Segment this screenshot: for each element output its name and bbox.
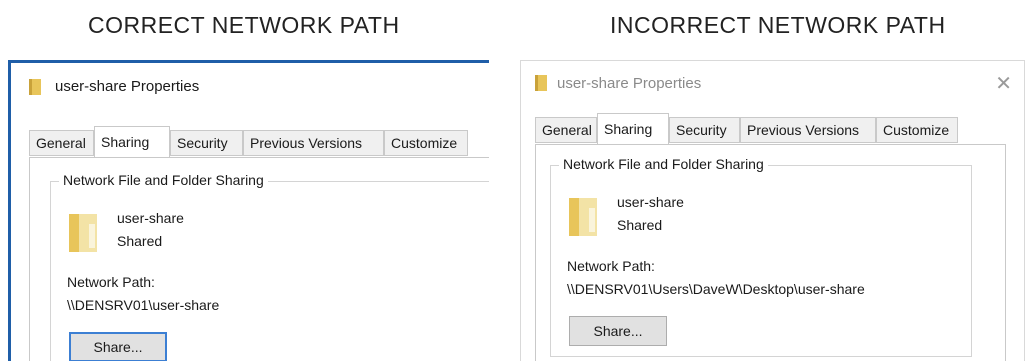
share-name: user-share bbox=[617, 194, 684, 210]
shared-folder-icon bbox=[69, 214, 97, 252]
network-path-value: \\DENSRV01\user-share bbox=[67, 297, 220, 313]
share-name: user-share bbox=[117, 210, 184, 226]
sharing-tab-content: Network File and Folder Sharing user-sha… bbox=[29, 157, 489, 361]
network-path-label: Network Path: bbox=[567, 258, 655, 274]
tab-security[interactable]: Security bbox=[669, 117, 740, 143]
share-button[interactable]: Share... bbox=[69, 332, 167, 361]
tab-sharing[interactable]: Sharing bbox=[597, 113, 669, 144]
group-label: Network File and Folder Sharing bbox=[559, 156, 768, 172]
network-sharing-group: Network File and Folder Sharing user-sha… bbox=[50, 172, 489, 361]
network-path-label: Network Path: bbox=[67, 274, 155, 290]
title-bar: user-share Properties ✕ bbox=[521, 61, 1024, 105]
properties-dialog-incorrect: user-share Properties ✕ General Sharing … bbox=[520, 60, 1025, 361]
correct-path-heading: CORRECT NETWORK PATH bbox=[88, 12, 400, 38]
tab-general[interactable]: General bbox=[29, 130, 94, 156]
dialog-title: user-share Properties bbox=[557, 75, 702, 92]
tab-security[interactable]: Security bbox=[170, 130, 243, 156]
tab-general[interactable]: General bbox=[535, 117, 597, 143]
folder-icon bbox=[29, 79, 41, 95]
dialog-title: user-share Properties bbox=[55, 78, 200, 95]
tab-previous-versions[interactable]: Previous Versions bbox=[243, 130, 384, 156]
share-status: Shared bbox=[117, 233, 163, 249]
network-path-value: \\DENSRV01\Users\DaveW\Desktop\user-shar… bbox=[567, 281, 865, 297]
tab-previous-versions[interactable]: Previous Versions bbox=[740, 117, 876, 143]
folder-icon bbox=[535, 75, 547, 91]
sharing-tab-content: Network File and Folder Sharing user-sha… bbox=[535, 144, 1006, 361]
network-sharing-group: Network File and Folder Sharing user-sha… bbox=[550, 156, 972, 357]
share-button[interactable]: Share... bbox=[569, 316, 667, 346]
tab-sharing[interactable]: Sharing bbox=[94, 126, 170, 157]
title-bar: user-share Properties bbox=[11, 63, 489, 107]
tab-customize[interactable]: Customize bbox=[876, 117, 958, 143]
properties-dialog-correct: user-share Properties General Sharing Se… bbox=[8, 60, 489, 361]
shared-folder-icon bbox=[569, 198, 597, 236]
close-icon[interactable]: ✕ bbox=[995, 71, 1012, 96]
share-status: Shared bbox=[617, 217, 663, 233]
incorrect-path-heading: INCORRECT NETWORK PATH bbox=[610, 12, 946, 38]
group-label: Network File and Folder Sharing bbox=[59, 172, 268, 188]
tab-customize[interactable]: Customize bbox=[384, 130, 468, 156]
